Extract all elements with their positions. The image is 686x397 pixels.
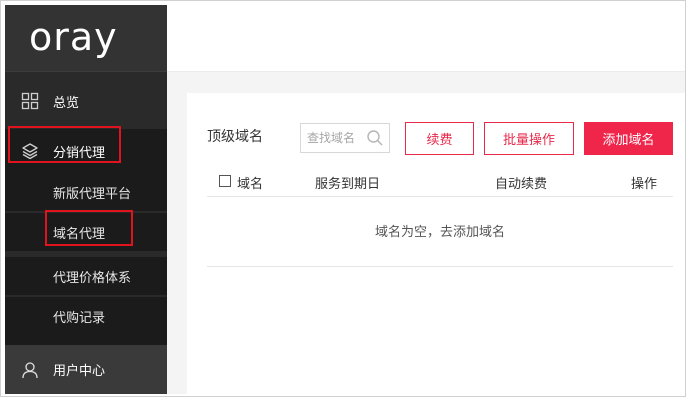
user-icon: [21, 361, 39, 379]
panel-title: 顶级域名: [207, 129, 263, 145]
search-input[interactable]: [301, 124, 369, 152]
table-header: 域名 服务到期日 自动续费 操作: [207, 163, 673, 197]
sidebar-subitem-domain-agent[interactable]: 域名代理: [5, 213, 167, 251]
layers-icon: [21, 142, 39, 160]
empty-table-row: 域名为空，去添加域名: [207, 197, 673, 267]
sidebar-subitem-label: 新版代理平台: [53, 187, 132, 202]
sidebar-subitem-label: 域名代理: [53, 227, 106, 242]
sidebar-subitem-price-system[interactable]: 代理价格体系: [5, 257, 167, 295]
top-bar: [167, 5, 685, 71]
sidebar-item-agent[interactable]: 分销代理: [5, 129, 167, 173]
select-all-checkbox[interactable]: [219, 175, 231, 187]
sidebar-subitem-label: 代购记录: [53, 311, 106, 326]
domain-panel: 顶级域名 续费 批量操作 添加域名 域名 服务到期日 自动续费 操作 域名为空，…: [187, 93, 685, 394]
add-domain-button[interactable]: 添加域名: [584, 122, 673, 155]
column-header-expire-date: 服务到期日: [315, 177, 381, 192]
sidebar-item-overview[interactable]: 总览: [5, 81, 167, 121]
sidebar-item-label: 总览: [53, 95, 80, 111]
empty-message[interactable]: 域名为空，去添加域名: [207, 221, 673, 240]
renew-button[interactable]: 续费: [405, 122, 474, 155]
column-header-auto-renew: 自动续费: [495, 177, 548, 192]
column-header-domain: 域名: [237, 177, 264, 192]
brand-logo[interactable]: oray: [29, 17, 118, 57]
sidebar-item-label: 用户中心: [53, 364, 106, 379]
sidebar-subitem-purchase-records[interactable]: 代购记录: [5, 297, 167, 335]
batch-operation-button[interactable]: 批量操作: [484, 122, 574, 155]
logo-area: oray: [5, 5, 167, 71]
sidebar: oray 总览 分销代理 新版代理平台 域名代理 代理价格体系 代购记录 用户中…: [5, 5, 167, 394]
search-icon[interactable]: [366, 129, 384, 147]
column-header-operation: 操作: [631, 177, 658, 192]
sidebar-divider: [5, 71, 167, 72]
grid-icon: [21, 92, 39, 110]
sidebar-item-user-center[interactable]: 用户中心: [5, 345, 167, 394]
search-box[interactable]: [300, 123, 390, 153]
sidebar-subitem-new-agent-platform[interactable]: 新版代理平台: [5, 173, 167, 211]
sidebar-submenu-bg: [5, 335, 167, 345]
sidebar-subitem-label: 代理价格体系: [53, 271, 132, 286]
app-window: oray 总览 分销代理 新版代理平台 域名代理 代理价格体系 代购记录 用户中…: [0, 0, 686, 397]
sidebar-item-label: 分销代理: [53, 145, 106, 161]
